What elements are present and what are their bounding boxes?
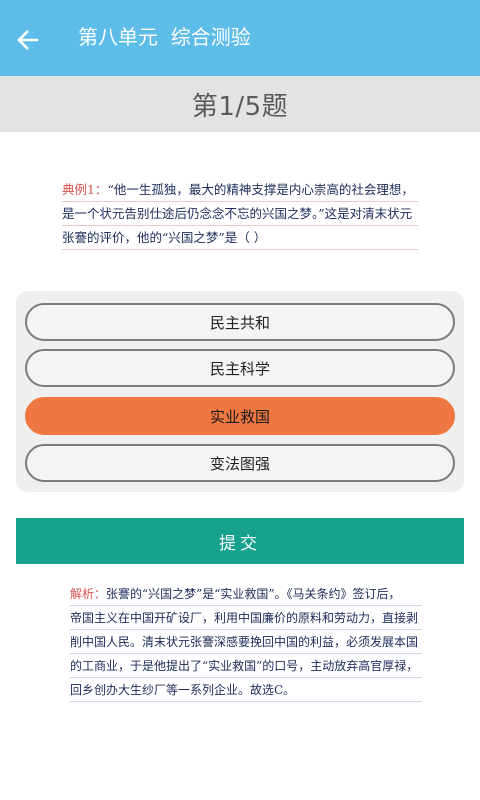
option-d[interactable]: 变法图强 [25,444,455,482]
analysis-line: 削中国人民。清末状元张謇深感要挽回中国的利益，必须发展本国 [70,630,422,654]
analysis-tag: 解析： [70,587,107,601]
submit-button[interactable]: 提交 [16,518,464,564]
option-a[interactable]: 民主共和 [25,303,455,341]
analysis-line: 回乡创办大生纱厂等一系列企业。故选C。 [70,678,422,702]
question-text: 典例1：“他一生孤独，最大的精神支撑是内心崇高的社会理想， 是一个状元告别仕途后… [62,178,418,250]
app-bar: 第八单元 综合测验 [0,0,480,76]
analysis-line: 的工商业，于是他提出了“实业救国”的口号，主动放弃高官厚禄， [70,654,422,678]
option-c-selected[interactable]: 实业救国 [25,397,455,435]
option-b[interactable]: 民主科学 [25,349,455,387]
options-card: 民主共和 民主科学 实业救国 变法图强 [16,291,464,492]
question-counter: 第1/5题 [191,91,289,122]
analysis-line: 帝国主义在中国开矿设厂，利用中国廉价的原料和劳动力，直接剥 [70,606,422,630]
analysis-text: 解析：张謇的“兴国之梦”是“实业救国”。《马关条约》签订后， 帝国主义在中国开矿… [70,582,422,702]
question-line: 张謇的评价，他的“兴国之梦”是（ ） [62,226,418,250]
arrow-left-icon [17,30,39,50]
question-line: 是一个状元告别仕途后仍念念不忘的兴国之梦。”这是对清末状元 [62,202,418,226]
question-tag: 典例1： [62,182,108,197]
quiz-screen: 第八单元 综合测验 第1/5题 典例1：“他一生孤独，最大的精神支撑是内心崇高的… [0,0,480,800]
question-line: 典例1：“他一生孤独，最大的精神支撑是内心崇高的社会理想， [62,178,418,202]
page-title: 第八单元 综合测验 [78,25,251,49]
analysis-line: 解析：张謇的“兴国之梦”是“实业救国”。《马关条约》签订后， [70,582,422,606]
back-button[interactable] [12,26,44,54]
question-counter-bar: 第1/5题 [0,76,480,132]
